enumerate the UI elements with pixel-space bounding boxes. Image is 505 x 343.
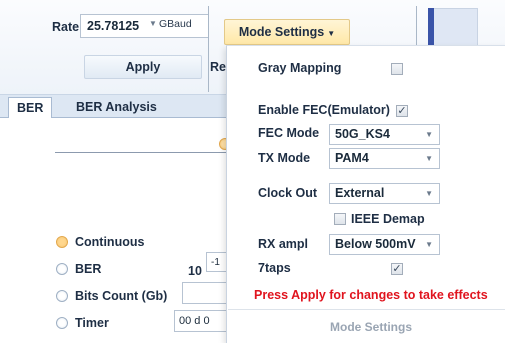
enable-fec-label: Enable FEC(Emulator) [258,103,390,117]
mode-settings-footer: Mode Settings [330,320,413,334]
chevron-down-icon[interactable]: ▼ [149,19,157,28]
seven-taps-label: 7taps [258,261,291,275]
chevron-down-icon: ▼ [425,130,433,139]
rx-ampl-label: RX ampl [258,237,309,251]
bits-count-radio[interactable] [56,290,68,302]
ber-base-label: 10 [188,264,202,278]
continuous-label: Continuous [75,235,145,249]
rx-ampl-value: Below 500mV [335,237,416,251]
chevron-down-icon: ▼ [425,240,433,249]
tab-ber[interactable]: BER [8,97,52,118]
timer-radio[interactable] [56,317,68,329]
checkmark-icon: ✓ [392,263,402,275]
continuous-radio[interactable] [56,236,68,248]
tx-mode-select[interactable]: PAM4 ▼ [329,148,440,169]
clock-out-select[interactable]: External ▼ [329,183,440,204]
divider [228,309,505,310]
rate-combo[interactable]: 25.78125 ▼ GBaud [80,14,209,38]
toolbar-divider [208,6,209,92]
clock-out-value: External [335,186,385,200]
timer-label: Timer [75,316,109,330]
chevron-down-icon: ▼ [425,189,433,198]
chevron-down-icon: ▼ [425,154,433,163]
bits-count-label: Bits Count (Gb) [75,289,168,303]
fec-mode-select[interactable]: 50G_KS4 ▼ [329,124,440,145]
fec-mode-value: 50G_KS4 [335,127,390,141]
seven-taps-checkbox[interactable]: ✓ [391,263,403,275]
apply-warning-text: Press Apply for changes to take effects [254,288,488,302]
bits-count-field[interactable] [182,282,230,304]
ber-radio[interactable] [56,263,68,275]
checkmark-icon: ✓ [397,105,407,117]
rate-input[interactable]: 25.78125 [81,15,147,37]
gray-mapping-checkbox[interactable] [391,63,403,75]
mode-settings-button[interactable]: Mode Settings ▼ [224,19,350,45]
reset-button-label[interactable]: Re [210,60,226,74]
rx-ampl-select[interactable]: Below 500mV ▼ [329,234,440,255]
apply-button[interactable]: Apply [84,55,202,79]
tab-ber-analysis[interactable]: BER Analysis [68,97,165,118]
timer-field[interactable]: 00 d 0 [174,310,230,332]
clock-out-label: Clock Out [258,186,318,200]
fec-mode-label: FEC Mode [258,126,320,140]
tx-mode-label: TX Mode [258,151,311,165]
tx-mode-value: PAM4 [335,151,369,165]
rate-label: Rate [52,20,80,34]
chevron-down-icon: ▼ [327,29,336,38]
ieee-demap-label: IEEE Demap [351,212,425,226]
divider [55,152,227,153]
ieee-demap-checkbox[interactable] [334,213,346,225]
gray-mapping-label: Gray Mapping [258,61,342,75]
enable-fec-checkbox[interactable]: ✓ [396,105,408,117]
ber-label: BER [75,262,102,276]
rate-unit-label: GBaud [159,18,192,30]
mode-settings-label: Mode Settings [238,25,325,39]
